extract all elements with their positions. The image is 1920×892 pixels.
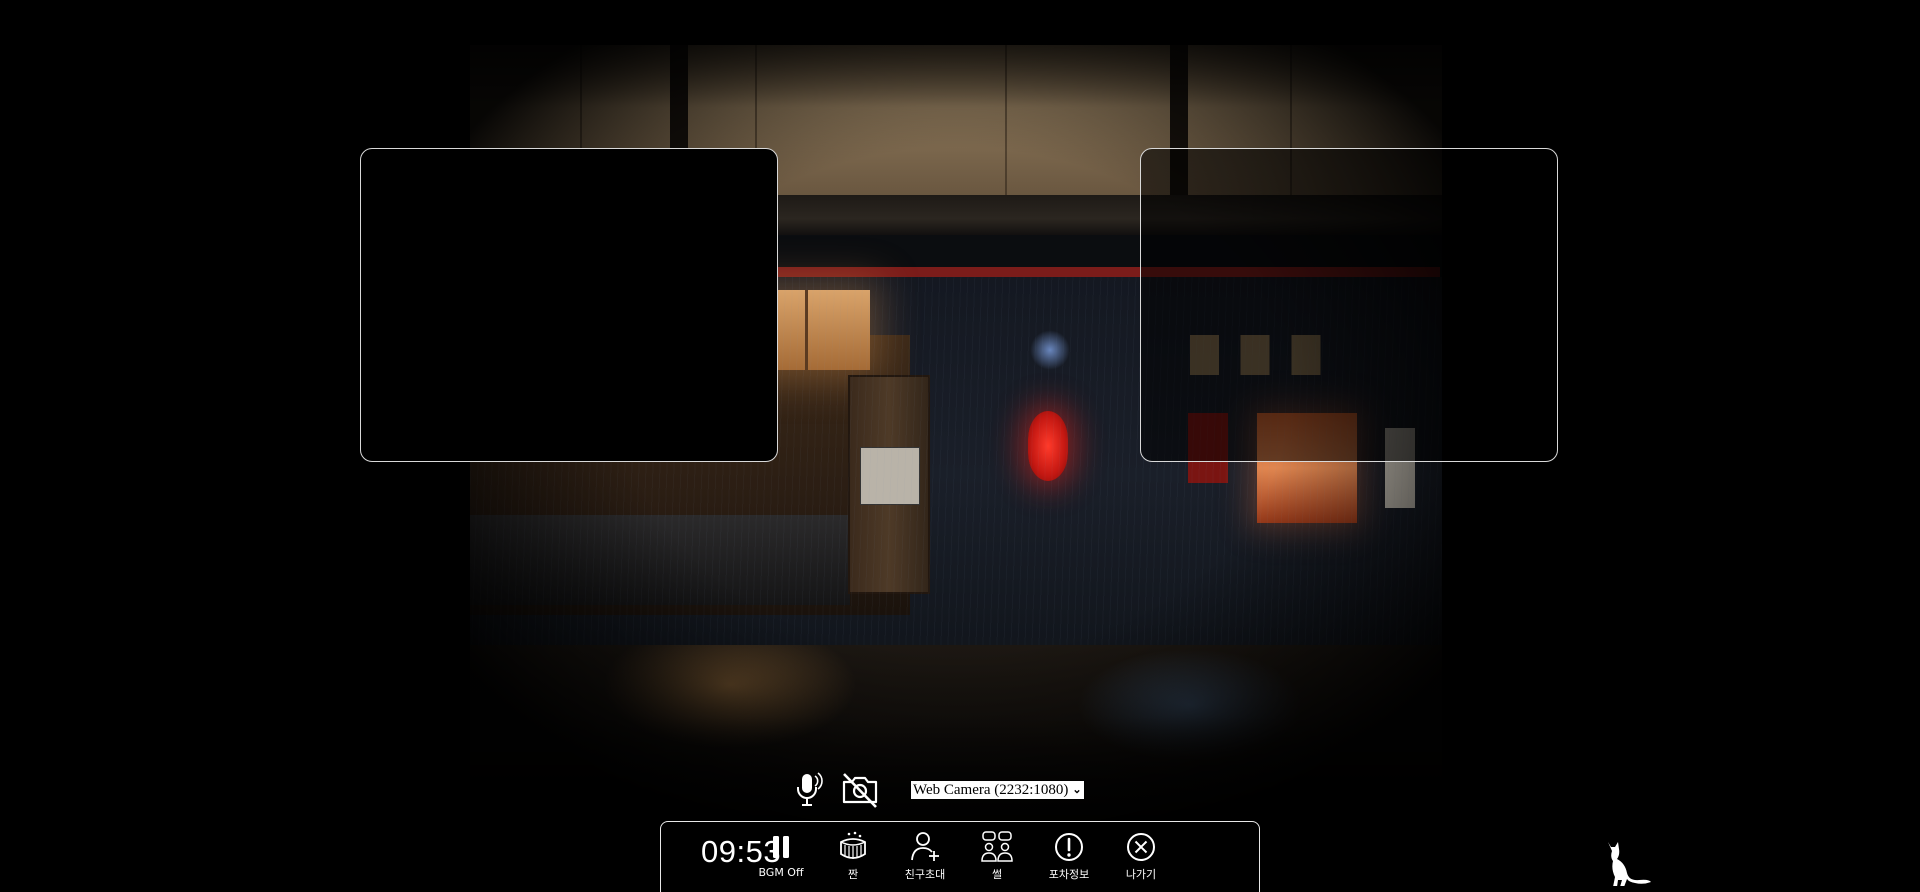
chat-label: 썰 [991,868,1003,881]
cat-icon[interactable] [1602,838,1654,886]
chat-people-icon [981,831,1013,862]
camera-off-icon [842,773,878,808]
remote-video-tile [1140,148,1558,462]
chat-button[interactable]: 썰 [967,830,1027,882]
pocha-info-label: 포차정보 [1048,868,1090,881]
exit-button[interactable]: 나가기 [1111,830,1171,882]
pause-icon [773,836,789,858]
bgm-toggle-button[interactable]: BGM Off [751,830,811,879]
camera-select[interactable]: Web Camera (2232:1080) ⌄ [910,780,1085,800]
bgm-toggle-label: BGM Off [758,866,804,879]
media-controls: Web Camera (2232:1080) ⌄ [790,768,1085,812]
page: Web Camera (2232:1080) ⌄ 09:53 BGM Off 짠… [0,0,1920,892]
cheers-label: 짠 [847,868,859,881]
pocha-info-button[interactable]: 포차정보 [1039,830,1099,882]
cheers-icon [840,831,866,859]
cheers-button[interactable]: 짠 [823,830,883,882]
invite-friend-button[interactable]: 친구초대 [895,830,955,882]
microphone-icon [797,772,823,806]
microphone-button[interactable] [790,770,826,810]
exit-label: 나가기 [1125,868,1157,881]
invite-friend-label: 친구초대 [904,868,946,881]
chevron-down-icon: ⌄ [1072,784,1082,796]
camera-select-value: Web Camera (2232:1080) [913,782,1069,798]
camera-toggle-button[interactable] [838,768,882,812]
close-circle-icon [1127,833,1155,861]
add-friend-icon [911,832,939,861]
info-icon [1055,833,1083,861]
bottom-toolbar: 09:53 BGM Off 짠 친구초대 썰 포차정보 나가기 [660,821,1260,892]
local-video-tile [360,148,778,462]
